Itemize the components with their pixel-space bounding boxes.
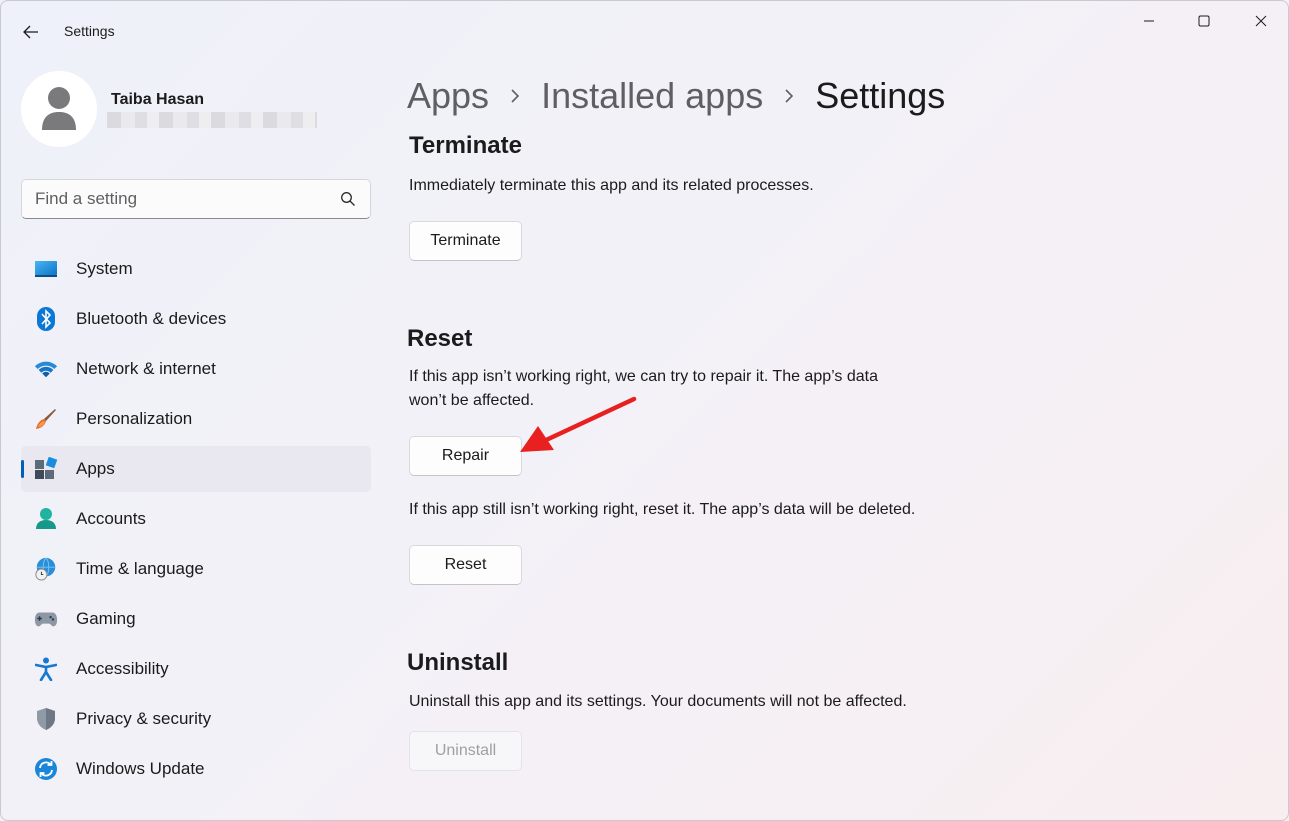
- sidebar-item-label: Privacy & security: [76, 709, 212, 728]
- breadcrumb-installed-apps[interactable]: Installed apps: [541, 75, 763, 117]
- search-input[interactable]: [22, 180, 332, 218]
- minimize-icon: [1144, 20, 1154, 22]
- sidebar-item-network[interactable]: Network & internet: [21, 346, 371, 392]
- repair-button[interactable]: Repair: [409, 436, 522, 476]
- terminate-heading: Terminate: [409, 132, 522, 159]
- globe-clock-icon: [34, 557, 58, 581]
- apps-icon: [34, 457, 58, 481]
- settings-window: Settings Taiba Hasan Syste: [0, 0, 1289, 821]
- sidebar-item-apps[interactable]: Apps: [21, 446, 371, 492]
- system-icon: [34, 257, 58, 281]
- terminate-button[interactable]: Terminate: [409, 221, 522, 261]
- sidebar-item-privacy-security[interactable]: Privacy & security: [21, 696, 371, 742]
- sidebar-nav: System Bluetooth & devices Network & int…: [21, 246, 371, 796]
- brush-icon: [34, 407, 58, 431]
- sidebar-item-label: Windows Update: [76, 759, 205, 778]
- sidebar-item-windows-update[interactable]: Windows Update: [21, 746, 371, 792]
- title-bar: Settings: [1, 1, 1288, 61]
- sidebar-item-label: Network & internet: [76, 359, 216, 378]
- back-arrow-icon: [23, 25, 38, 39]
- chevron-right-icon: [489, 88, 541, 104]
- gamepad-icon: [34, 607, 58, 631]
- breadcrumb: Apps Installed apps Settings: [407, 73, 945, 119]
- terminate-description: Immediately terminate this app and its r…: [409, 177, 814, 194]
- back-button[interactable]: [15, 18, 47, 46]
- sidebar-item-accessibility[interactable]: Accessibility: [21, 646, 371, 692]
- sidebar-item-label: Time & language: [76, 559, 204, 578]
- avatar[interactable]: [21, 71, 97, 147]
- update-icon: [34, 757, 58, 781]
- bluetooth-icon: [34, 307, 58, 331]
- uninstall-description: Uninstall this app and its settings. You…: [409, 693, 907, 710]
- sidebar-item-bluetooth[interactable]: Bluetooth & devices: [21, 296, 371, 342]
- shield-icon: [34, 707, 58, 731]
- annotation-arrow-icon: [520, 396, 637, 452]
- sidebar-item-time-language[interactable]: Time & language: [21, 546, 371, 592]
- maximize-button[interactable]: [1181, 7, 1227, 35]
- reset-description: If this app still isn’t working right, r…: [409, 501, 916, 518]
- sidebar-item-label: Gaming: [76, 609, 136, 628]
- breadcrumb-current-settings: Settings: [815, 75, 946, 116]
- reset-button[interactable]: Reset: [409, 545, 522, 585]
- uninstall-button[interactable]: Uninstall: [409, 731, 522, 771]
- accounts-icon: [34, 507, 58, 531]
- sidebar-item-label: System: [76, 259, 133, 278]
- sidebar-item-gaming[interactable]: Gaming: [21, 596, 371, 642]
- close-icon: [1255, 15, 1267, 27]
- sidebar-item-system[interactable]: System: [21, 246, 371, 292]
- sidebar-item-label: Accessibility: [76, 659, 169, 678]
- breadcrumb-apps[interactable]: Apps: [407, 75, 489, 117]
- user-silhouette-icon: [42, 87, 76, 130]
- sidebar-item-label: Bluetooth & devices: [76, 309, 227, 328]
- user-name: Taiba Hasan: [111, 91, 205, 108]
- search-icon[interactable]: [340, 191, 356, 207]
- uninstall-heading: Uninstall: [407, 649, 509, 676]
- maximize-icon: [1198, 15, 1210, 27]
- app-title: Settings: [64, 23, 115, 39]
- sidebar-item-label: Accounts: [76, 509, 146, 528]
- search-box[interactable]: [21, 179, 371, 219]
- accessibility-icon: [34, 657, 58, 681]
- user-email-blurred: [107, 112, 317, 128]
- sidebar-item-label: Personalization: [76, 409, 193, 428]
- minimize-button[interactable]: [1126, 7, 1172, 35]
- sidebar-item-accounts[interactable]: Accounts: [21, 496, 371, 542]
- chevron-right-icon: [763, 88, 815, 104]
- wifi-icon: [34, 357, 58, 381]
- close-button[interactable]: [1238, 7, 1284, 35]
- sidebar-item-personalization[interactable]: Personalization: [21, 396, 371, 442]
- repair-description-line1: If this app isn’t working right, we can …: [409, 368, 878, 385]
- reset-heading: Reset: [407, 325, 473, 352]
- sidebar-item-label: Apps: [76, 459, 115, 478]
